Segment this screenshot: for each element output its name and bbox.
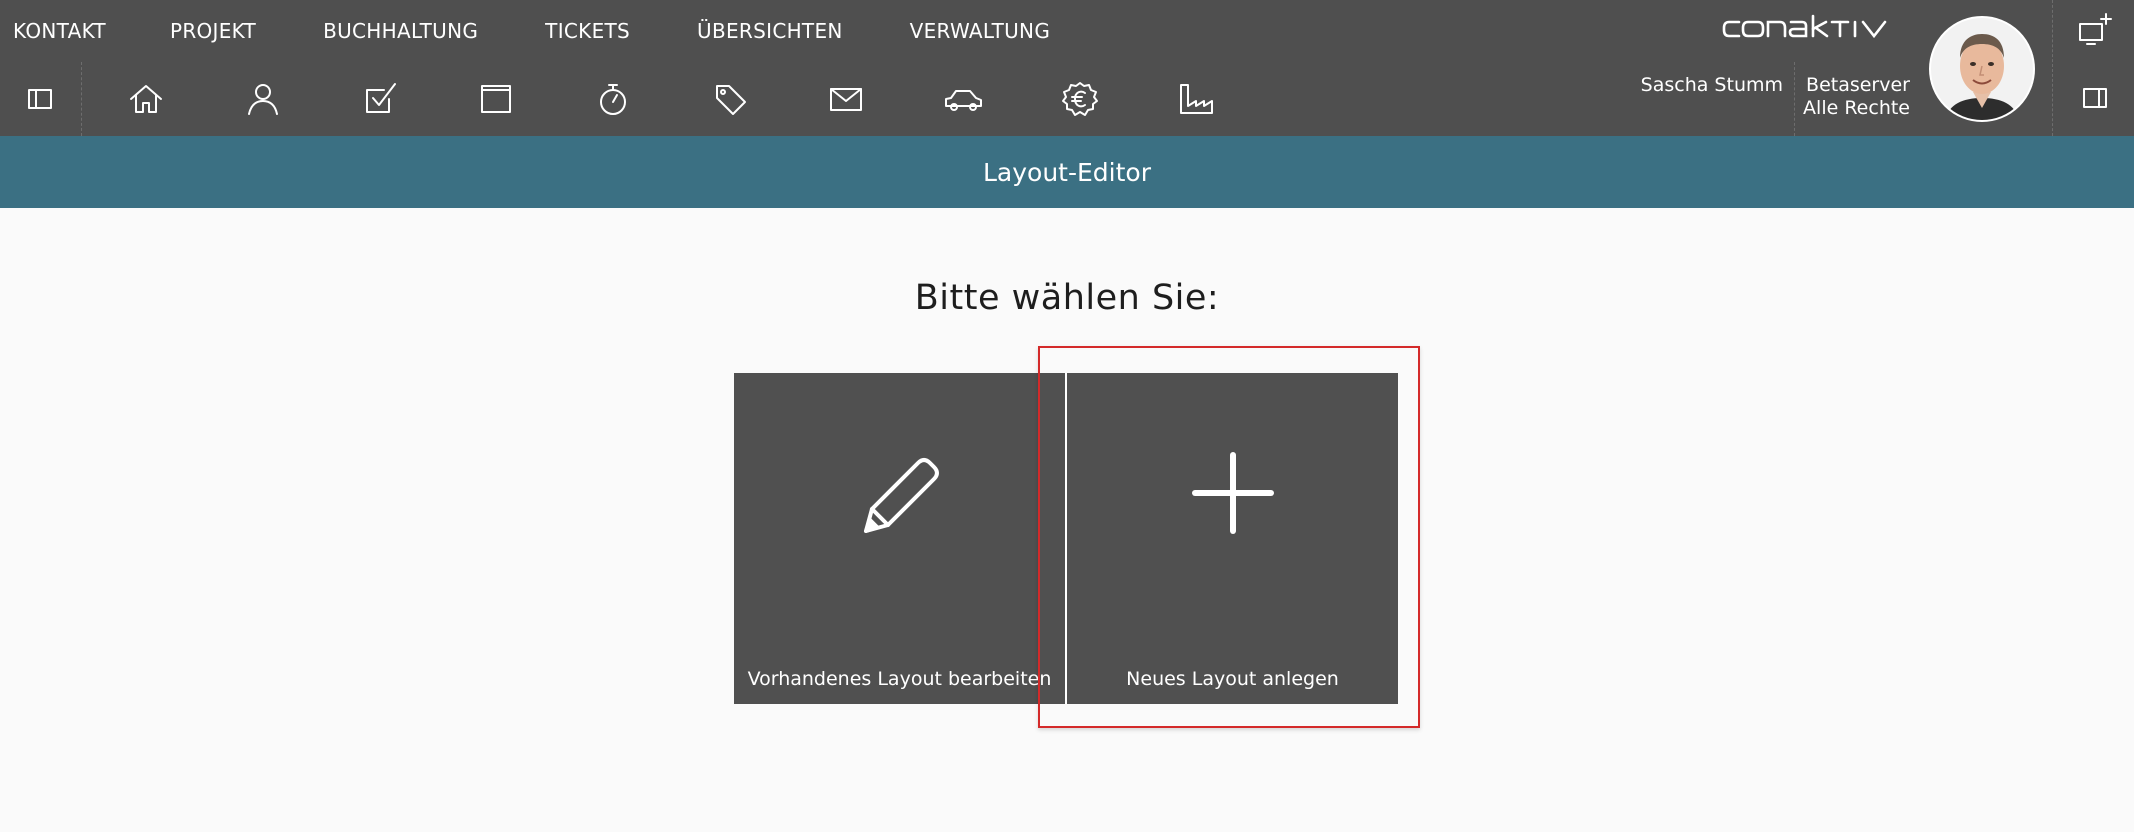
- new-layout-tile[interactable]: Neues Layout anlegen: [1067, 373, 1398, 704]
- tile-label: Neues Layout anlegen: [1126, 668, 1339, 690]
- edit-existing-layout-tile[interactable]: Vorhandenes Layout bearbeiten: [734, 373, 1065, 704]
- pencil-icon: [850, 443, 950, 543]
- factory-icon[interactable]: [1173, 76, 1219, 122]
- server-name: Betaserver: [1806, 74, 1910, 96]
- menu-item-tickets[interactable]: TICKETS: [532, 19, 643, 43]
- car-icon[interactable]: [940, 76, 986, 122]
- user-info-divider: [1794, 62, 1795, 136]
- user-name: Sascha Stumm: [1640, 74, 1783, 96]
- page-title-bar: Layout-Editor: [0, 136, 2134, 208]
- window-icon[interactable]: [473, 76, 519, 122]
- home-icon[interactable]: [123, 76, 169, 122]
- main-menu: KONTAKT PROJEKT BUCHHALTUNG TICKETS ÜBER…: [0, 0, 1104, 62]
- mail-icon[interactable]: [823, 76, 869, 122]
- menu-item-kontakt[interactable]: KONTAKT: [0, 19, 119, 43]
- euro-badge-icon[interactable]: [1057, 76, 1103, 122]
- selection-prompt: Bitte wählen Sie:: [914, 278, 1220, 318]
- plus-icon: [1183, 443, 1283, 543]
- page-title: Layout-Editor: [983, 157, 1151, 187]
- stopwatch-icon[interactable]: [590, 76, 636, 122]
- avatar[interactable]: [1929, 16, 2035, 122]
- tile-label: Vorhandenes Layout bearbeiten: [747, 668, 1052, 690]
- checkbox-icon[interactable]: [357, 76, 403, 122]
- top-navigation-bar: KONTAKT PROJEKT BUCHHALTUNG TICKETS ÜBER…: [0, 0, 2134, 136]
- menu-item-projekt[interactable]: PROJEKT: [157, 19, 269, 43]
- tag-icon[interactable]: [707, 76, 753, 122]
- menu-item-buchhaltung[interactable]: BUCHHALTUNG: [310, 19, 491, 43]
- conaktiv-logo: [1722, 14, 1912, 44]
- server-info: Betaserver Alle Rechte: [1803, 74, 1910, 120]
- sidebar-right-icon[interactable]: [2071, 74, 2119, 122]
- new-window-icon[interactable]: [2071, 6, 2119, 54]
- toolbar-divider: [81, 62, 82, 136]
- user-rights: Alle Rechte: [1803, 97, 1910, 119]
- right-panel-divider: [2052, 0, 2053, 136]
- menu-item-uebersichten[interactable]: ÜBERSICHTEN: [684, 19, 856, 43]
- sidebar-left-icon[interactable]: [17, 76, 63, 122]
- menu-item-verwaltung[interactable]: VERWALTUNG: [897, 19, 1063, 43]
- person-icon[interactable]: [240, 76, 286, 122]
